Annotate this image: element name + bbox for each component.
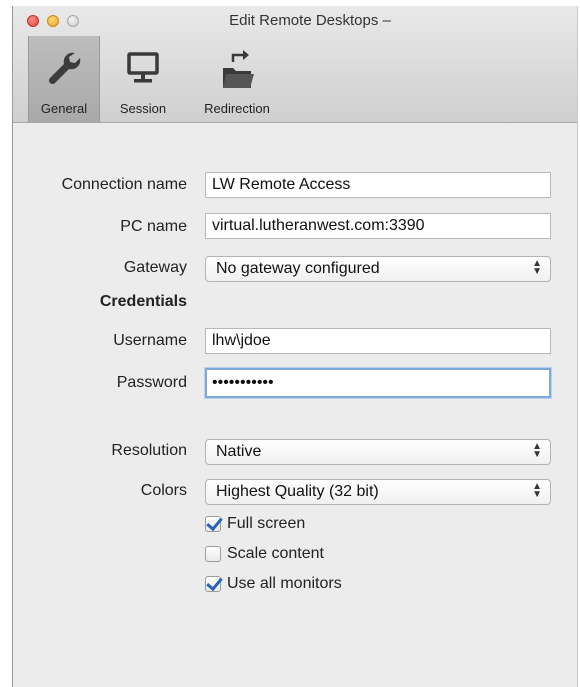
colors-select-value: Highest Quality (32 bit): [216, 483, 379, 500]
username-label: Username: [113, 332, 187, 349]
toolbar: Edit Remote Desktops – General Session R: [13, 6, 577, 123]
folder-redirect-icon: [223, 50, 254, 88]
resolution-select[interactable]: Native ▲ ▼: [205, 439, 551, 465]
tab-general-label: General: [40, 101, 88, 116]
gateway-select-value: No gateway configured: [216, 260, 380, 277]
password-label: Password: [116, 374, 187, 391]
window-title: Edit Remote Desktops –: [229, 12, 391, 29]
scale-content-checkbox[interactable]: [205, 546, 221, 562]
resolution-select-value: Native: [216, 443, 262, 460]
resolution-label: Resolution: [111, 442, 187, 459]
connection-name-field[interactable]: [205, 172, 551, 198]
full-screen-option[interactable]: Full screen: [205, 513, 305, 535]
tab-session[interactable]: Session: [111, 36, 175, 122]
tab-redirection-label: Redirection: [204, 101, 270, 116]
username-field[interactable]: [205, 328, 551, 354]
credentials-heading: Credentials: [99, 293, 187, 310]
scale-content-label: Scale content: [227, 545, 324, 562]
monitor-icon: [127, 52, 159, 83]
full-screen-label: Full screen: [227, 515, 306, 532]
colors-label: Colors: [140, 482, 187, 499]
chevron-updown-icon: ▲ ▼: [532, 441, 542, 460]
connection-name-label: Connection name: [61, 176, 187, 193]
pc-name-label: PC name: [120, 218, 187, 235]
chevron-updown-icon: ▲ ▼: [532, 258, 542, 277]
pc-name-field[interactable]: [205, 213, 551, 239]
password-field[interactable]: [205, 368, 551, 398]
colors-select[interactable]: Highest Quality (32 bit) ▲ ▼: [205, 479, 551, 505]
tab-general[interactable]: General: [28, 36, 100, 122]
wrench-icon: [48, 52, 81, 85]
edit-remote-desktops-window: Edit Remote Desktops – General Session R: [12, 6, 578, 687]
tab-redirection[interactable]: Redirection: [189, 36, 285, 122]
chevron-updown-icon: ▲ ▼: [532, 481, 542, 500]
tab-session-label: Session: [119, 101, 167, 116]
scale-content-option[interactable]: Scale content: [205, 543, 324, 565]
use-all-monitors-checkbox[interactable]: [205, 576, 221, 592]
gateway-label: Gateway: [123, 259, 187, 276]
use-all-monitors-label: Use all monitors: [227, 575, 342, 592]
use-all-monitors-option[interactable]: Use all monitors: [205, 573, 342, 595]
gateway-select[interactable]: No gateway configured ▲ ▼: [205, 256, 551, 282]
full-screen-checkbox[interactable]: [205, 516, 221, 532]
